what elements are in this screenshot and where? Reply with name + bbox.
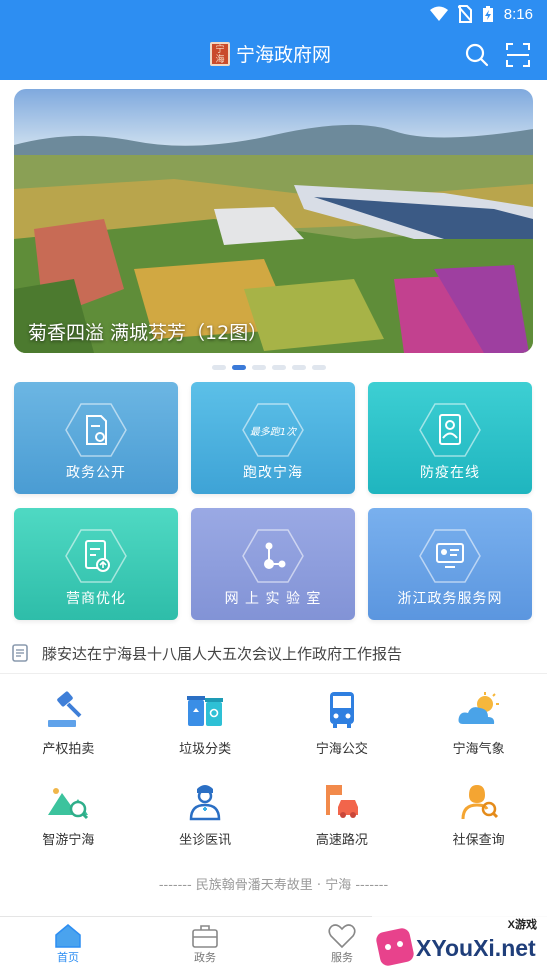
briefcase-icon	[192, 925, 218, 948]
news-icon	[12, 644, 28, 662]
weather-icon	[458, 692, 499, 724]
doctor-icon	[189, 785, 221, 821]
service-smart-travel[interactable]: 智游宁海	[0, 781, 137, 848]
feature-tiles: 政务公开 最多跑1次 跑改宁海 防疫在线 营商优化 网 上 实 验 室 浙江政务…	[14, 382, 533, 620]
watermark-tag: X游戏	[508, 917, 537, 931]
social-security-icon	[461, 785, 498, 820]
tile-business[interactable]: 营商优化	[14, 508, 178, 620]
service-garbage-sorting[interactable]: 垃圾分类	[137, 690, 274, 757]
tile-online-lab[interactable]: 网 上 实 验 室	[191, 508, 355, 620]
tile-zhejiang-service[interactable]: 浙江政务服务网	[368, 508, 532, 620]
service-property-auction[interactable]: 产权拍卖	[0, 690, 137, 757]
carousel-dot[interactable]	[252, 365, 266, 370]
service-label: 高速路况	[315, 833, 368, 848]
battery-icon	[482, 6, 493, 22]
tile-label: 网 上 实 验 室	[224, 591, 322, 607]
svg-text:最多跑1次: 最多跑1次	[250, 426, 297, 438]
carousel-dot[interactable]	[312, 365, 326, 370]
network-nodes-icon	[242, 529, 304, 583]
service-bus[interactable]: 宁海公交	[274, 690, 411, 757]
service-grid: 产权拍卖 垃圾分类 宁海公交 宁海气象 智游宁海 坐诊医讯 高速路况 社保查询	[0, 690, 547, 848]
once-at-most-icon: 最多跑1次	[242, 403, 304, 457]
service-label: 智游宁海	[42, 833, 95, 848]
service-doctor-info[interactable]: 坐诊医讯	[137, 781, 274, 848]
service-label: 社保查询	[452, 833, 505, 848]
status-bar: 8:16	[0, 0, 547, 30]
tile-label: 政务公开	[66, 465, 126, 481]
service-weather[interactable]: 宁海气象	[410, 690, 547, 757]
highway-icon	[325, 785, 358, 818]
heart-icon	[328, 924, 356, 949]
tab-label: 首页	[57, 951, 79, 964]
profile-icon	[419, 403, 481, 457]
trash-bins-icon	[187, 696, 224, 726]
tab-home[interactable]: 首页	[38, 923, 98, 965]
tile-reform[interactable]: 最多跑1次 跑改宁海	[191, 382, 355, 494]
service-label: 宁海气象	[452, 742, 505, 757]
watermark-text: XYouXi.net	[416, 935, 536, 961]
upload-doc-icon	[65, 529, 127, 583]
search-icon[interactable]	[464, 42, 490, 68]
wifi-icon	[429, 6, 448, 21]
service-highway[interactable]: 高速路况	[274, 781, 411, 848]
logo-seal-icon: 宁海	[210, 41, 230, 66]
site-watermark: X游戏 XYouXi.net	[372, 914, 547, 974]
tile-epidemic[interactable]: 防疫在线	[368, 382, 532, 494]
banner-caption: 菊香四溢 满城芬芳（12图）	[28, 322, 268, 344]
service-label: 宁海公交	[315, 742, 368, 757]
no-sim-icon	[457, 5, 472, 23]
carousel-dot[interactable]	[272, 365, 286, 370]
tab-service[interactable]: 服务	[312, 923, 372, 965]
tile-government-affairs[interactable]: 政务公开	[14, 382, 178, 494]
header-title-group: 宁海 宁海政府网	[210, 40, 331, 67]
document-icon	[65, 403, 127, 457]
id-card-icon	[419, 529, 481, 583]
home-icon	[55, 924, 81, 948]
news-ticker[interactable]: 滕安达在宁海县十八届人大五次会议上作政府工作报告	[0, 634, 547, 674]
bus-icon	[329, 692, 354, 728]
page-title: 宁海政府网	[236, 44, 332, 66]
tab-government[interactable]: 政务	[175, 923, 235, 965]
tab-label: 政务	[194, 951, 216, 964]
tile-label: 防疫在线	[420, 465, 480, 481]
carousel-dot[interactable]	[212, 365, 226, 370]
news-headline[interactable]: 滕安达在宁海县十八届人大五次会议上作政府工作报告	[42, 643, 402, 664]
carousel-dot[interactable]	[292, 365, 306, 370]
banner-carousel[interactable]: 菊香四溢 满城芬芳（12图）	[14, 89, 533, 353]
tile-label: 跑改宁海	[243, 465, 303, 481]
service-label: 垃圾分类	[179, 742, 232, 757]
tab-label: 服务	[331, 951, 353, 964]
scan-icon[interactable]	[505, 42, 531, 68]
status-icons: 8:16	[429, 5, 533, 23]
travel-icon	[48, 788, 89, 820]
gavel-icon	[48, 691, 82, 727]
carousel-indicator	[212, 365, 326, 370]
tile-label: 营商优化	[66, 591, 126, 607]
service-label: 产权拍卖	[42, 742, 95, 757]
tile-label: 浙江政务服务网	[397, 591, 503, 607]
app-header: 宁海 宁海政府网	[0, 30, 547, 80]
service-social-security[interactable]: 社保查询	[410, 781, 547, 848]
carousel-dot-active[interactable]	[232, 365, 246, 370]
footer-slogan: ------- 民族翰骨潘天寿故里 · 宁海 -------	[158, 878, 389, 893]
status-time: 8:16	[503, 5, 533, 23]
service-label: 坐诊医讯	[179, 833, 232, 848]
banner-image	[14, 89, 533, 353]
